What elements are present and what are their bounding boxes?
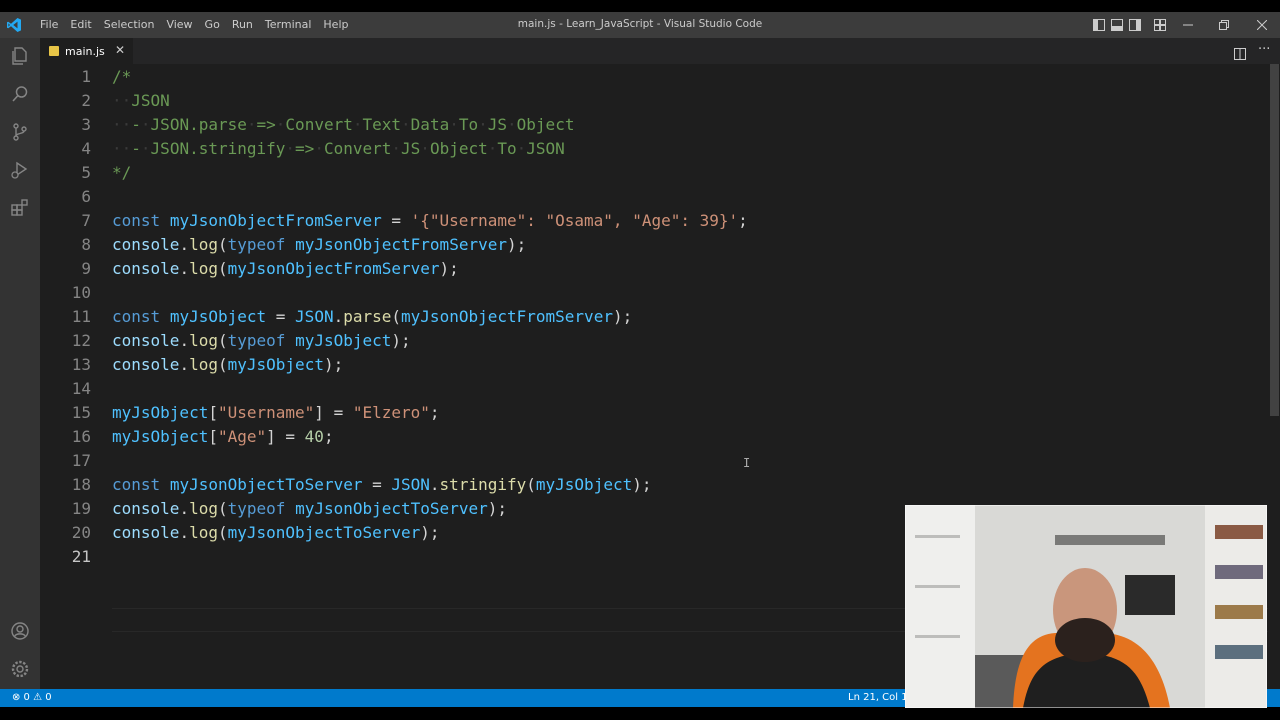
menu-bar: File Edit Selection View Go Run Terminal… [34, 18, 354, 32]
bottom-black-bar [0, 707, 1280, 720]
manage-gear-icon[interactable] [8, 657, 32, 681]
code-line: 5 */ [81, 163, 132, 182]
code-line: 15 myJsObject["Username"] = "Elzero"; [71, 403, 440, 422]
toggle-sidebar-icon[interactable] [1092, 12, 1106, 38]
menu-view[interactable]: View [160, 18, 198, 32]
run-debug-icon[interactable] [8, 158, 32, 182]
menu-selection[interactable]: Selection [98, 18, 161, 32]
code-line: 13 console.log(myJsObject); [71, 355, 344, 374]
code-line: 17 [71, 451, 91, 470]
restore-icon[interactable] [1212, 12, 1236, 38]
split-editor-icon[interactable] [1234, 45, 1248, 60]
webcam-image [905, 505, 1267, 708]
close-tab-icon[interactable]: ✕ [115, 43, 125, 57]
code-line: 9 console.log(myJsonObjectFromServer); [81, 259, 459, 278]
code-line: 4 ··-·JSON.stringify·=>·Convert·JS·Object… [81, 139, 565, 158]
close-window-icon[interactable] [1250, 12, 1274, 38]
menu-file[interactable]: File [34, 18, 64, 32]
code-line: 11 const myJsObject = JSON.parse(myJsonOb… [71, 307, 633, 326]
code-line: 8 console.log(typeof myJsonObjectFromServ… [81, 235, 527, 254]
code-line: 12 console.log(typeof myJsObject); [71, 331, 411, 350]
scrollbar-thumb[interactable] [1270, 64, 1279, 416]
top-black-bar [0, 0, 1280, 12]
menu-run[interactable]: Run [226, 18, 259, 32]
title-bar: File Edit Selection View Go Run Terminal… [0, 12, 1280, 38]
more-actions-icon[interactable]: ··· [1258, 42, 1270, 57]
code-line: 2 ··JSON [81, 91, 170, 110]
minimize-icon[interactable] [1176, 12, 1200, 38]
problems-indicator[interactable]: ⊗ 0 ⚠ 0 [12, 692, 52, 703]
tab-main-js[interactable]: main.js ✕ [40, 38, 133, 64]
code-line: 14 [71, 379, 91, 398]
activity-bar [0, 38, 40, 689]
menu-go[interactable]: Go [199, 18, 226, 32]
cursor-position[interactable]: Ln 21, Col 1 [848, 692, 908, 703]
menu-terminal[interactable]: Terminal [259, 18, 318, 32]
code-line: 16 myJsObject["Age"] = 40; [71, 427, 334, 446]
explorer-icon[interactable] [8, 44, 32, 68]
extensions-icon[interactable] [8, 196, 32, 220]
js-file-icon [49, 46, 59, 56]
webcam-overlay [905, 505, 1267, 708]
vscode-logo-icon [7, 18, 21, 32]
code-line: 3 ··-·JSON.parse·=>·Convert·Text·Data·To·… [81, 115, 575, 134]
tab-bar: main.js ✕ ··· [40, 38, 1280, 64]
accounts-icon[interactable] [8, 619, 32, 643]
text-cursor-icon: I [743, 456, 751, 470]
source-control-icon[interactable] [8, 120, 32, 144]
customize-layout-icon[interactable] [1153, 12, 1167, 38]
code-line: 10 [71, 283, 91, 302]
toggle-secondary-sidebar-icon[interactable] [1128, 12, 1142, 38]
search-icon[interactable] [8, 82, 32, 106]
code-line: 6 [81, 187, 91, 206]
menu-help[interactable]: Help [317, 18, 354, 32]
code-line: 7 const myJsonObjectFromServer = '{"Usern… [81, 211, 748, 230]
tab-label: main.js [65, 44, 105, 58]
code-line: 18 const myJsonObjectToServer = JSON.stri… [71, 475, 652, 494]
toggle-panel-icon[interactable] [1110, 12, 1124, 38]
menu-edit[interactable]: Edit [64, 18, 97, 32]
code-line: 1/* [81, 67, 132, 86]
